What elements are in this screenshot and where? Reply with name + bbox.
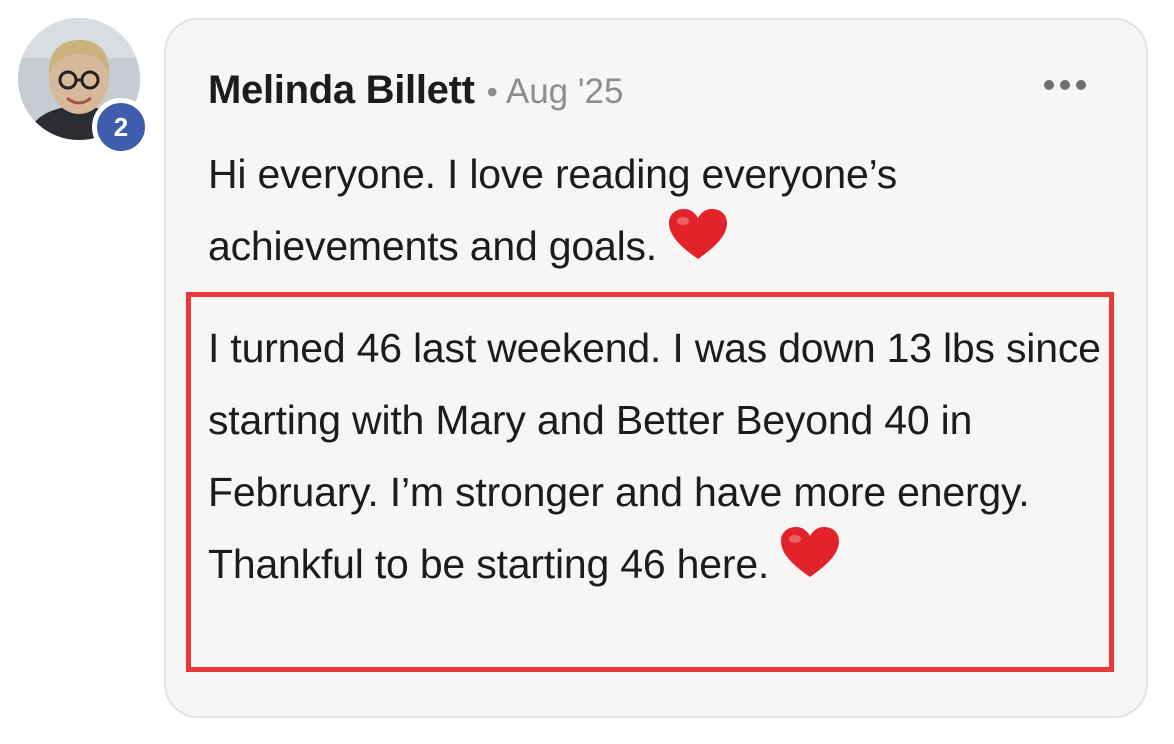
comment-card: Melinda Billett • Aug '25 Hi everyone. I… (164, 18, 1148, 718)
highlight-box: I turned 46 last weekend. I was down 13 … (186, 292, 1114, 672)
menu-dot (1060, 80, 1070, 90)
red-heart-icon (779, 525, 841, 601)
avatar-container[interactable]: 2 (18, 18, 150, 156)
red-heart-icon (667, 207, 729, 283)
comment-thread: 2 Melinda Billett • Aug '25 Hi everyone.… (0, 0, 1174, 744)
post-date[interactable]: Aug '25 (506, 72, 624, 112)
reply-count-badge[interactable]: 2 (92, 98, 150, 156)
separator-dot: • (486, 74, 498, 110)
comment-paragraph: Hi everyone. I love reading everyone’s a… (208, 138, 1108, 287)
comment-header: Melinda Billett • Aug '25 (208, 68, 623, 113)
more-options-icon[interactable] (1044, 80, 1086, 90)
menu-dot (1044, 80, 1054, 90)
author-name[interactable]: Melinda Billett (208, 68, 475, 113)
menu-dot (1076, 80, 1086, 90)
highlighted-paragraph: I turned 46 last weekend. I was down 13 … (208, 312, 1108, 605)
paragraph-text: I turned 46 last weekend. I was down 13 … (208, 325, 1101, 587)
paragraph-text: Hi everyone. I love reading everyone’s a… (208, 151, 898, 269)
